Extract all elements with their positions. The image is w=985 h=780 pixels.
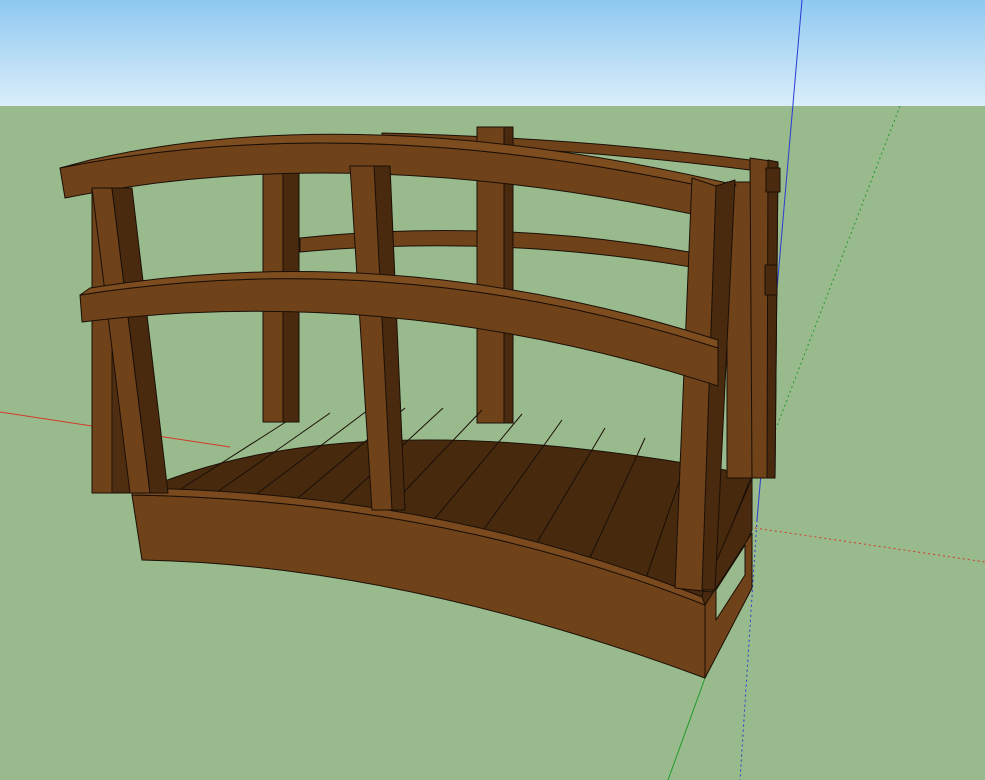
back-rail-end-block [764,264,778,296]
back-top-rail-end [765,167,781,193]
modeling-viewport[interactable] [0,0,985,780]
sky [0,0,985,106]
